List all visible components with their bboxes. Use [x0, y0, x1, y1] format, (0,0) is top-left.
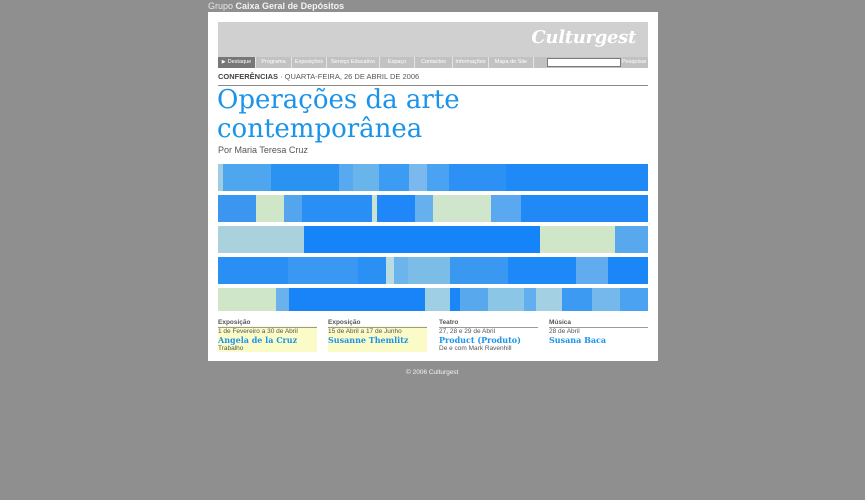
artwork-row — [218, 226, 648, 253]
main-navigation: Destaque Programa Exposições Serviço Edu… — [218, 57, 648, 68]
header-banner: Culturgest — [218, 22, 648, 57]
nav-item-espaco[interactable]: Espaço — [380, 57, 415, 68]
event-category: Exposição — [218, 319, 251, 326]
nav-item-exposicoes[interactable]: Exposições — [292, 57, 327, 68]
event-date: 15 de Abril a 17 de Junho — [328, 328, 402, 335]
event-title-link[interactable]: Product (Produto) — [439, 335, 521, 345]
artwork-row — [218, 257, 648, 284]
nav-item-contactos[interactable]: Contactos — [415, 57, 453, 68]
nav-item-mapa-do-site[interactable]: Mapa do Site — [489, 57, 534, 68]
group-prefix: Grupo — [208, 1, 234, 11]
event-subtitle: De e com Mark Ravenhill — [439, 345, 512, 352]
artwork-row — [218, 288, 648, 311]
event-item[interactable]: Teatro 27, 28 e 29 de Abril Product (Pro… — [439, 318, 538, 352]
event-category: Exposição — [328, 319, 361, 326]
article-author: Por Maria Teresa Cruz — [218, 145, 308, 155]
event-title-link[interactable]: Susanne Themlitz — [328, 335, 408, 345]
article-title-line1[interactable]: Operações da arte — [217, 85, 460, 115]
nav-item-destaque[interactable]: Destaque — [218, 57, 256, 68]
event-item[interactable]: Exposição 1 de Fevereiro a 30 de Abril A… — [218, 318, 317, 352]
event-subtitle: Trabalho — [218, 345, 244, 352]
event-date: 27, 28 e 29 de Abril — [439, 328, 496, 335]
group-header: Grupo Caixa Geral de Depósitos — [208, 1, 344, 11]
culturgest-logo[interactable]: Culturgest — [531, 27, 636, 48]
events-list: Exposição 1 de Fevereiro a 30 de Abril A… — [218, 318, 648, 358]
article-title[interactable]: Operações da arte contemporânea — [217, 86, 647, 144]
main-page: Culturgest Destaque Programa Exposições … — [208, 12, 658, 361]
article-meta: CONFERÊNCIAS · QUARTA-FEIRA, 26 DE ABRIL… — [218, 72, 419, 81]
footer-copyright: © 2006 Culturgest — [406, 369, 459, 376]
event-category: Teatro — [439, 319, 459, 326]
search-button[interactable]: Pesquisar — [622, 57, 646, 68]
article-date: · QUARTA-FEIRA, 26 DE ABRIL DE 2006 — [278, 72, 420, 81]
event-date: 28 de Abril — [549, 328, 580, 335]
event-title-link[interactable]: Susana Baca — [549, 335, 606, 345]
article-category: CONFERÊNCIAS — [218, 72, 279, 81]
nav-item-programa[interactable]: Programa — [256, 57, 292, 68]
group-name[interactable]: Caixa Geral de Depósitos — [236, 1, 345, 11]
artwork-row — [218, 195, 648, 222]
search-input[interactable] — [547, 58, 621, 67]
abstract-artwork-image[interactable] — [218, 164, 648, 311]
nav-item-servico-educativo[interactable]: Serviço Educativo — [327, 57, 380, 68]
event-item[interactable]: Música 28 de Abril Susana Baca — [549, 318, 648, 352]
article-title-line2[interactable]: contemporânea — [217, 114, 422, 144]
event-category: Música — [549, 319, 572, 326]
nav-item-informacoes[interactable]: Informações — [453, 57, 489, 68]
event-title-link[interactable]: Angela de la Cruz — [218, 335, 297, 345]
event-date: 1 de Fevereiro a 30 de Abril — [218, 328, 298, 335]
artwork-row — [218, 164, 648, 191]
event-item[interactable]: Exposição 15 de Abril a 17 de Junho Susa… — [328, 318, 427, 352]
